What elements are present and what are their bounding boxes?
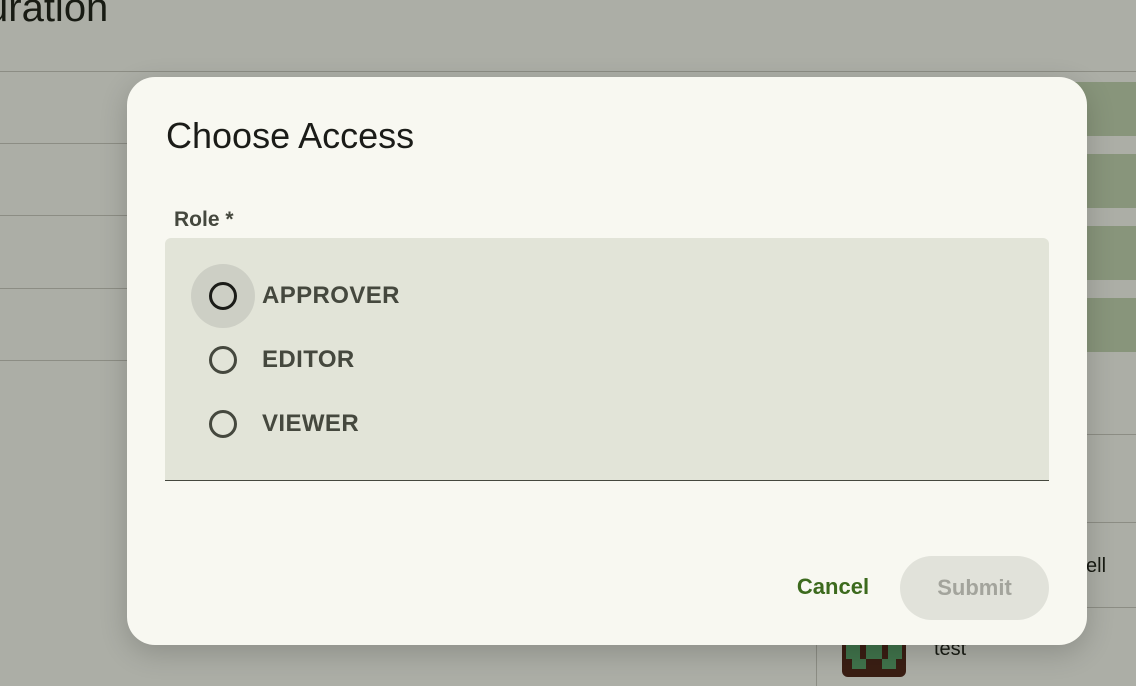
radio-label-approver: APPROVER	[262, 282, 400, 309]
cancel-button[interactable]: Cancel	[778, 557, 888, 617]
role-radio-group: APPROVER EDITOR VIEWER	[165, 238, 1049, 481]
dialog-title: Choose Access	[166, 115, 415, 156]
radio-focus-ring	[191, 264, 255, 328]
radio-label-editor: EDITOR	[262, 346, 355, 373]
radio-option-approver[interactable]: APPROVER	[191, 264, 591, 328]
radio-button-viewer[interactable]	[209, 410, 237, 438]
radio-button-approver[interactable]	[209, 282, 237, 310]
radio-button-editor[interactable]	[209, 346, 237, 374]
radio-option-viewer[interactable]: VIEWER	[191, 392, 591, 456]
role-label: Role *	[174, 208, 234, 231]
radio-state	[191, 328, 255, 392]
radio-label-viewer: VIEWER	[262, 410, 360, 437]
choose-access-dialog: Choose Access Role * APPROVER EDITOR VIE…	[127, 77, 1087, 645]
radio-state	[191, 392, 255, 456]
submit-button[interactable]: Submit	[900, 556, 1049, 620]
radio-option-editor[interactable]: EDITOR	[191, 328, 591, 392]
page: uration ell test Choose Access Role * AP…	[0, 0, 1136, 686]
